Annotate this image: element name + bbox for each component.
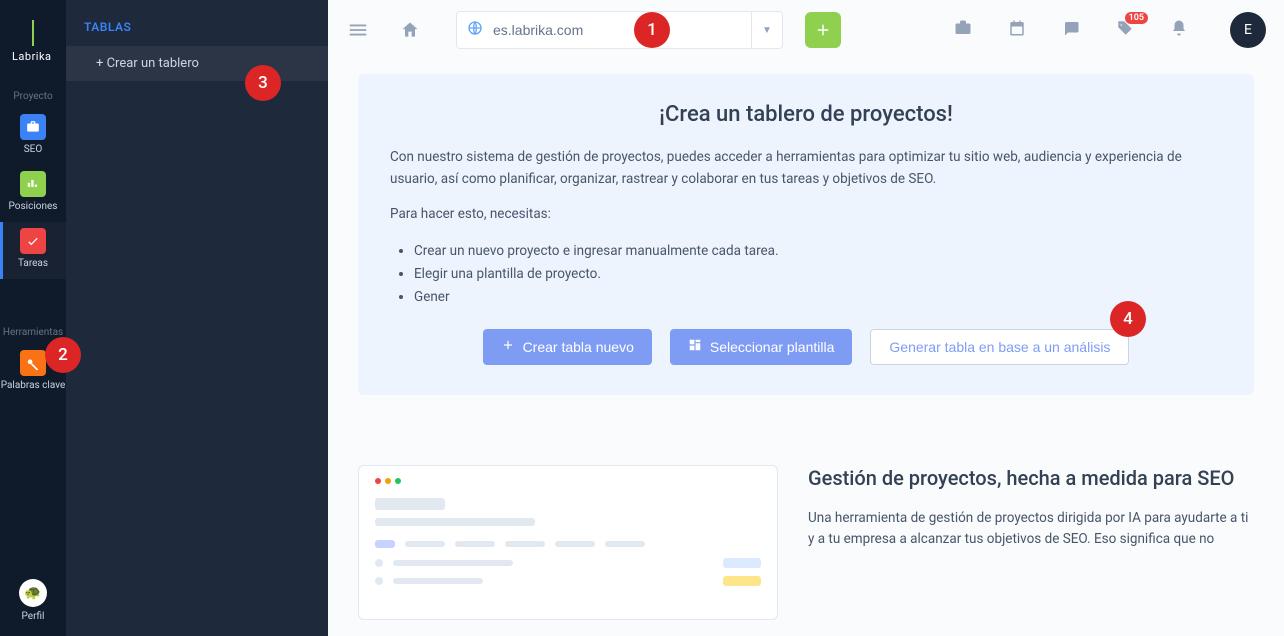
content: ¡Crea un tablero de proyectos! Con nuest…: [328, 60, 1284, 636]
key-icon: [20, 350, 46, 376]
logo: Labrika: [0, 0, 66, 81]
nav-label: Posiciones: [9, 201, 58, 212]
card-li: Gener: [414, 286, 1222, 309]
template-icon: [688, 338, 702, 355]
info-text: Gestión de proyectos, hecha a medida par…: [808, 465, 1254, 551]
card-li: Crear un nuevo proyecto e ingresar manua…: [414, 240, 1222, 263]
button-label: Seleccionar plantilla: [710, 339, 835, 355]
nav-tasks[interactable]: Tareas: [0, 222, 66, 279]
briefcase-icon[interactable]: [954, 19, 976, 41]
select-template-button[interactable]: Seleccionar plantilla: [670, 329, 853, 365]
create-board-button[interactable]: + Crear un tablero: [66, 46, 328, 81]
card-li: Elegir una plantilla de proyecto.: [414, 263, 1222, 286]
create-table-button[interactable]: Crear tabla nuevo: [483, 329, 652, 365]
card-desc-1: Con nuestro sistema de gestión de proyec…: [390, 147, 1222, 190]
globe-icon: [457, 20, 493, 40]
boards-header: TABLAS: [66, 6, 328, 46]
sidebar-narrow: Labrika Proyecto SEO Posiciones Tareas H…: [0, 0, 66, 636]
sidebar-wide: TABLAS + Crear un tablero: [66, 0, 328, 636]
avatar-letter: E: [1244, 22, 1252, 38]
chat-icon[interactable]: [1062, 19, 1084, 41]
home-icon[interactable]: [398, 18, 422, 42]
button-label: Crear tabla nuevo: [523, 339, 634, 355]
avatar-icon: 🐢: [19, 579, 47, 607]
info-section: Gestión de proyectos, hecha a medida par…: [358, 465, 1254, 620]
add-button[interactable]: [805, 12, 841, 48]
nav-label: Palabras clave: [1, 380, 66, 391]
domain-input[interactable]: [493, 12, 751, 48]
info-title: Gestión de proyectos, hecha a medida par…: [808, 465, 1254, 492]
main: ▼ 105 E: [328, 0, 1284, 636]
nav-profile[interactable]: 🐢 Perfil: [0, 573, 66, 632]
info-body: Una herramienta de gestión de proyectos …: [808, 508, 1254, 551]
nav-seo[interactable]: SEO: [0, 108, 66, 165]
onboarding-card: ¡Crea un tablero de proyectos! Con nuest…: [358, 74, 1254, 395]
topbar: ▼ 105 E: [328, 0, 1284, 60]
calendar-icon[interactable]: [1008, 19, 1030, 41]
nav-positions[interactable]: Posiciones: [0, 165, 66, 222]
create-board-label: + Crear un tablero: [96, 56, 199, 71]
nav-label: Tareas: [18, 258, 48, 269]
plus-icon: [501, 338, 515, 355]
check-icon: [20, 228, 46, 254]
briefcase-icon: [20, 114, 46, 140]
domain-select[interactable]: ▼: [456, 11, 783, 49]
nav-label: SEO: [24, 144, 43, 155]
chevron-down-icon[interactable]: ▼: [752, 25, 782, 36]
section-label-tools: Herramientas: [3, 327, 63, 338]
chart-icon: [20, 171, 46, 197]
bell-icon[interactable]: [1170, 19, 1192, 41]
preview-mock: [358, 465, 778, 620]
generate-table-button[interactable]: Generar tabla en base a un análisis: [870, 329, 1129, 365]
menu-icon[interactable]: [346, 18, 370, 42]
button-label: Generar tabla en base a un análisis: [889, 339, 1110, 355]
card-desc-2: Para hacer esto, necesitas:: [390, 204, 1222, 226]
tag-icon[interactable]: 105: [1116, 19, 1138, 41]
badge: 105: [1125, 12, 1148, 24]
card-actions: Crear tabla nuevo Seleccionar plantilla …: [390, 329, 1222, 365]
user-avatar[interactable]: E: [1230, 12, 1266, 48]
section-label-project: Proyecto: [13, 91, 52, 102]
card-list: Crear un nuevo proyecto e ingresar manua…: [414, 240, 1222, 309]
card-title: ¡Crea un tablero de proyectos!: [390, 102, 1222, 127]
nav-keywords[interactable]: Palabras clave: [0, 344, 66, 401]
nav-label: Perfil: [22, 611, 45, 622]
logo-text: Labrika: [12, 50, 52, 63]
